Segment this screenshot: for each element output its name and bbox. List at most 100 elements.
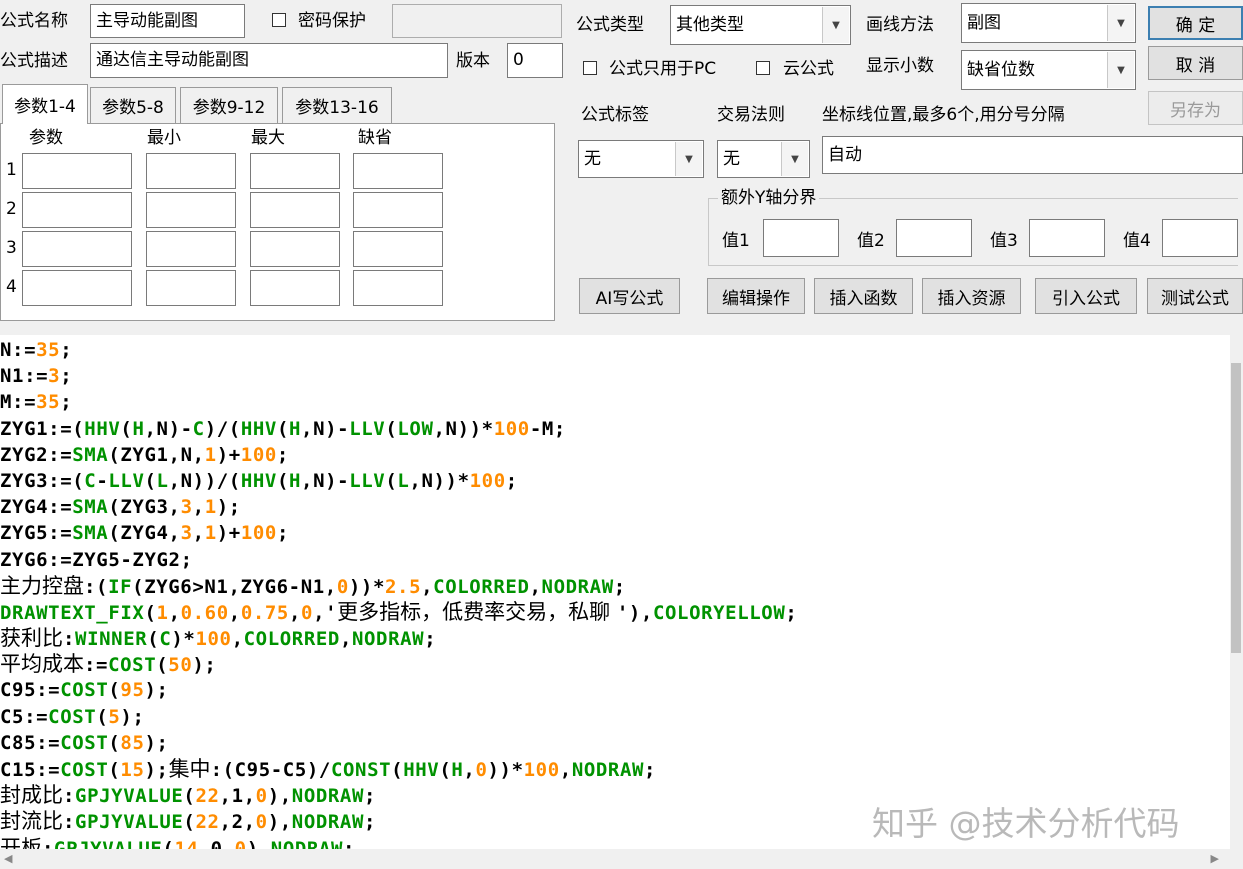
code-line: ZYG5:=SMA(ZYG4,3,1)+100; <box>0 522 289 545</box>
trade-rule-select[interactable]: 无 ▼ <box>717 140 810 178</box>
param-4-min-input[interactable] <box>146 270 236 306</box>
value-3-input[interactable] <box>1029 219 1105 257</box>
chevron-down-icon[interactable]: ▼ <box>1107 5 1134 41</box>
value-2-label: 值2 <box>857 231 885 251</box>
arrow-right-icon[interactable]: ▶ <box>1211 852 1219 865</box>
code-line: ZYG6:=ZYG5-ZYG2; <box>0 548 193 571</box>
param-4-default-input[interactable] <box>353 270 443 306</box>
param-4-name-input[interactable] <box>22 270 132 306</box>
decimals-select[interactable]: 缺省位数 ▼ <box>961 50 1136 90</box>
param-row-label: 3 <box>6 238 17 258</box>
value-4-label: 值4 <box>1123 231 1151 251</box>
vertical-scrollbar[interactable] <box>1230 335 1243 849</box>
param-3-min-input[interactable] <box>146 231 236 267</box>
tab-params-5-8[interactable]: 参数5-8 <box>90 87 176 123</box>
code-line: DRAWTEXT_FIX(1,0.60,0.75,0,'更多指标，低费率交易，私… <box>0 599 798 624</box>
value-4-input[interactable] <box>1162 219 1238 257</box>
draw-method-value: 副图 <box>967 13 1001 33</box>
chevron-down-icon[interactable]: ▼ <box>822 7 849 43</box>
param-header-default: 缺省 <box>358 128 392 148</box>
password-label: 密码保护 <box>298 11 366 31</box>
scrollbar-thumb[interactable] <box>1231 363 1241 653</box>
test-formula-button[interactable]: 测试公式 <box>1147 278 1243 314</box>
watermark: 知乎 @技术分析代码 <box>872 804 1180 843</box>
code-line: C15:=COST(15);集中:(C95-C5)/CONST(HHV(H,0)… <box>0 757 657 781</box>
param-row-label: 2 <box>6 199 17 219</box>
formula-name-label: 公式名称 <box>0 11 68 31</box>
edit-operations-button[interactable]: 编辑操作 <box>707 278 805 314</box>
formula-desc-input[interactable]: 通达信主导动能副图 <box>90 43 448 78</box>
code-line: N1:=3; <box>0 365 73 388</box>
param-1-max-input[interactable] <box>250 153 340 189</box>
code-line: N:=35; <box>0 339 73 361</box>
param-3-name-input[interactable] <box>22 231 132 267</box>
code-line: ZYG4:=SMA(ZYG3,3,1); <box>0 496 241 519</box>
import-formula-button[interactable]: 引入公式 <box>1035 278 1137 314</box>
decimals-value: 缺省位数 <box>967 60 1035 80</box>
code-line: 封成比:GPJYVALUE(22,1,0),NODRAW; <box>0 783 377 808</box>
code-line: 主力控盘:(IF(ZYG6>N1,ZYG6-N1,0))*2.5,COLORRE… <box>0 573 626 598</box>
code-line: C95:=COST(95); <box>0 679 169 702</box>
code-line: 平均成本:=COST(50); <box>0 652 217 677</box>
param-row-label: 4 <box>6 277 17 297</box>
param-1-default-input[interactable] <box>353 153 443 189</box>
password-input[interactable] <box>392 4 562 38</box>
pc-only-label: 公式只用于PC <box>609 59 717 79</box>
save-as-button[interactable]: 另存为 <box>1148 91 1243 125</box>
tab-params-1-4[interactable]: 参数1-4 <box>2 84 88 124</box>
insert-resource-button[interactable]: 插入资源 <box>922 278 1021 314</box>
cloud-checkbox[interactable] <box>756 61 770 75</box>
trade-rule-value: 无 <box>723 149 740 169</box>
draw-method-select[interactable]: 副图 ▼ <box>961 3 1136 43</box>
formula-code: N:=35; N1:=3; M:=35; ZYG1:=(HHV(H,N)-C)/(HH… <box>0 337 797 849</box>
formula-tag-value: 无 <box>584 149 601 169</box>
decimals-label: 显示小数 <box>866 56 934 76</box>
param-header-min: 最小 <box>147 128 181 148</box>
cancel-button[interactable]: 取 消 <box>1148 46 1243 80</box>
pc-only-checkbox[interactable] <box>583 61 597 75</box>
code-line: C5:=COST(5); <box>0 705 145 728</box>
param-1-min-input[interactable] <box>146 153 236 189</box>
param-3-max-input[interactable] <box>250 231 340 267</box>
ai-write-formula-button[interactable]: AI写公式 <box>579 278 680 314</box>
axis-position-input[interactable]: 自动 <box>822 136 1243 174</box>
insert-function-button[interactable]: 插入函数 <box>814 278 913 314</box>
param-2-max-input[interactable] <box>250 192 340 228</box>
param-4-max-input[interactable] <box>250 270 340 306</box>
value-2-input[interactable] <box>896 219 972 257</box>
extra-y-axis-label: 额外Y轴分界 <box>718 188 820 208</box>
horizontal-scrollbar[interactable]: ◀ ▶ <box>0 849 1243 869</box>
chevron-down-icon[interactable]: ▼ <box>1107 52 1134 88</box>
trade-rule-label: 交易法则 <box>717 105 785 125</box>
formula-type-label: 公式类型 <box>576 15 644 35</box>
tab-params-9-12[interactable]: 参数9-12 <box>180 87 278 123</box>
formula-type-select[interactable]: 其他类型 ▼ <box>670 5 851 45</box>
ok-button[interactable]: 确 定 <box>1148 6 1243 40</box>
cloud-label: 云公式 <box>783 59 834 79</box>
param-2-min-input[interactable] <box>146 192 236 228</box>
version-input[interactable]: 0 <box>507 43 563 78</box>
value-1-input[interactable] <box>763 219 839 257</box>
param-row-label: 1 <box>6 160 17 180</box>
tab-params-13-16[interactable]: 参数13-16 <box>282 87 392 123</box>
password-checkbox[interactable] <box>272 13 286 27</box>
draw-method-label: 画线方法 <box>866 15 934 35</box>
formula-tag-label: 公式标签 <box>581 105 649 125</box>
formula-tag-select[interactable]: 无 ▼ <box>578 140 704 178</box>
code-editor[interactable]: N:=35; N1:=3; M:=35; ZYG1:=(HHV(H,N)-C)/(HH… <box>0 335 1230 849</box>
param-2-default-input[interactable] <box>353 192 443 228</box>
code-line: ZYG1:=(HHV(H,N)-C)/(HHV(H,N)-LLV(LOW,N))… <box>0 417 566 440</box>
arrow-left-icon[interactable]: ◀ <box>4 852 12 865</box>
param-header-name: 参数 <box>29 128 63 148</box>
param-1-name-input[interactable] <box>22 153 132 189</box>
axis-position-label: 坐标线位置,最多6个,用分号分隔 <box>822 105 1065 125</box>
value-3-label: 值3 <box>990 231 1018 251</box>
chevron-down-icon[interactable]: ▼ <box>675 142 702 176</box>
code-line: 开板:GPJYVALUE(14,0,0),NODRAW; <box>0 835 356 849</box>
version-label: 版本 <box>456 51 490 71</box>
code-line: 封流比:GPJYVALUE(22,2,0),NODRAW; <box>0 809 377 834</box>
chevron-down-icon[interactable]: ▼ <box>781 142 808 176</box>
param-2-name-input[interactable] <box>22 192 132 228</box>
formula-name-input[interactable]: 主导动能副图 <box>90 4 245 38</box>
param-3-default-input[interactable] <box>353 231 443 267</box>
